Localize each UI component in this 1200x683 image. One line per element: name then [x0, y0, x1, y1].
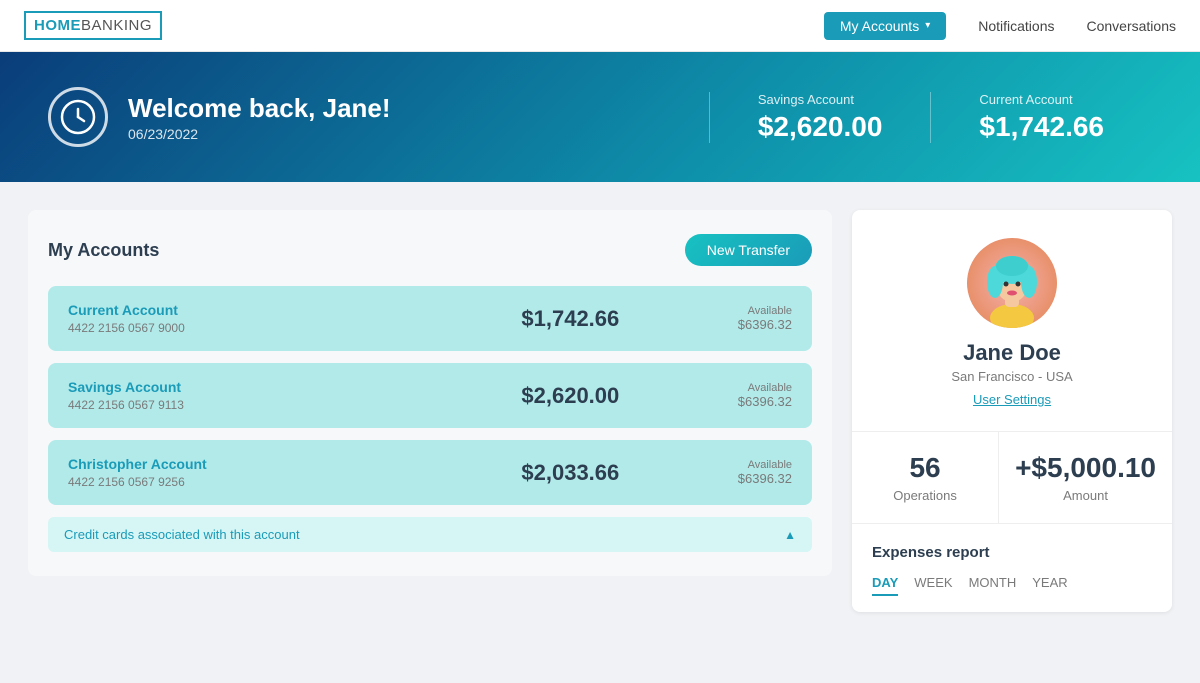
current-account-name: Current Account — [68, 302, 403, 318]
savings-account-available: Available $6396.32 — [738, 382, 792, 409]
navbar: HOME BANKING My Accounts ▾ Notifications… — [0, 0, 1200, 52]
expenses-section: Expenses report DAY WEEK MONTH YEAR — [852, 524, 1172, 612]
hero-welcome: Welcome back, Jane! — [128, 93, 391, 124]
hero-greeting: Welcome back, Jane! 06/23/2022 — [128, 93, 391, 142]
operations-stat: 56 Operations — [852, 432, 999, 523]
amount-value: +$5,000.10 — [1015, 452, 1156, 484]
hero-date: 06/23/2022 — [128, 126, 391, 142]
logo: HOME BANKING — [24, 11, 162, 40]
christopher-account-info: Christopher Account 4422 2156 0567 9256 — [68, 456, 403, 489]
current-label: Current Account — [979, 92, 1104, 107]
amount-stat: +$5,000.10 Amount — [999, 432, 1172, 523]
hero-accounts: Savings Account $2,620.00 Current Accoun… — [709, 92, 1152, 143]
logo-banking: BANKING — [81, 17, 152, 34]
conversations-link[interactable]: Conversations — [1087, 18, 1177, 34]
profile-location: San Francisco - USA — [951, 369, 1072, 384]
logo-home: HOME — [34, 17, 81, 34]
tab-week[interactable]: WEEK — [914, 575, 952, 596]
accounts-dropdown-button[interactable]: My Accounts ▾ — [824, 12, 946, 40]
hero-savings-account: Savings Account $2,620.00 — [709, 92, 931, 143]
clock-svg — [60, 99, 96, 135]
panel-header: My Accounts New Transfer — [48, 234, 812, 266]
notifications-link[interactable]: Notifications — [978, 18, 1054, 34]
tab-day[interactable]: DAY — [872, 575, 898, 596]
operations-count: 56 — [868, 452, 982, 484]
savings-account-card[interactable]: Savings Account 4422 2156 0567 9113 $2,6… — [48, 363, 812, 428]
hero-left: Welcome back, Jane! 06/23/2022 — [48, 87, 709, 147]
hero-banner: Welcome back, Jane! 06/23/2022 Savings A… — [0, 52, 1200, 182]
avatar-svg — [967, 238, 1057, 328]
savings-amount: $2,620.00 — [758, 111, 883, 143]
savings-account-info: Savings Account 4422 2156 0567 9113 — [68, 379, 403, 412]
accounts-panel: My Accounts New Transfer Current Account… — [28, 210, 832, 576]
christopher-account-available: Available $6396.32 — [738, 459, 792, 486]
new-transfer-button[interactable]: New Transfer — [685, 234, 812, 266]
expenses-title: Expenses report — [872, 544, 1152, 561]
operations-label: Operations — [868, 488, 982, 503]
christopher-account-amount: $2,033.66 — [403, 460, 738, 486]
avatar — [967, 238, 1057, 328]
savings-account-name: Savings Account — [68, 379, 403, 395]
hero-current-account: Current Account $1,742.66 — [930, 92, 1152, 143]
credit-cards-row[interactable]: Credit cards associated with this accoun… — [48, 517, 812, 552]
savings-label: Savings Account — [758, 92, 883, 107]
savings-account-number: 4422 2156 0567 9113 — [68, 398, 403, 412]
nav-links: My Accounts ▾ Notifications Conversation… — [824, 12, 1176, 40]
main-content: My Accounts New Transfer Current Account… — [0, 182, 1200, 640]
christopher-account-card[interactable]: Christopher Account 4422 2156 0567 9256 … — [48, 440, 812, 505]
profile-name: Jane Doe — [963, 340, 1061, 366]
current-account-number: 4422 2156 0567 9000 — [68, 321, 403, 335]
stats-section: 56 Operations +$5,000.10 Amount — [852, 432, 1172, 524]
expenses-tabs: DAY WEEK MONTH YEAR — [872, 575, 1152, 596]
user-settings-link[interactable]: User Settings — [973, 392, 1051, 407]
amount-label: Amount — [1015, 488, 1156, 503]
chevron-up-icon: ▲ — [784, 528, 796, 542]
chevron-down-icon: ▾ — [925, 20, 930, 31]
christopher-account-name: Christopher Account — [68, 456, 403, 472]
tab-year[interactable]: YEAR — [1032, 575, 1067, 596]
current-account-card[interactable]: Current Account 4422 2156 0567 9000 $1,7… — [48, 286, 812, 351]
christopher-account-number: 4422 2156 0567 9256 — [68, 475, 403, 489]
current-account-amount: $1,742.66 — [403, 306, 738, 332]
profile-section: Jane Doe San Francisco - USA User Settin… — [852, 210, 1172, 432]
clock-icon — [48, 87, 108, 147]
current-account-available: Available $6396.32 — [738, 305, 792, 332]
savings-account-amount: $2,620.00 — [403, 383, 738, 409]
accounts-btn-label: My Accounts — [840, 18, 919, 34]
right-panel: Jane Doe San Francisco - USA User Settin… — [852, 210, 1172, 612]
current-account-info: Current Account 4422 2156 0567 9000 — [68, 302, 403, 335]
credit-cards-text: Credit cards associated with this accoun… — [64, 527, 300, 542]
current-amount: $1,742.66 — [979, 111, 1104, 143]
tab-month[interactable]: MONTH — [969, 575, 1017, 596]
panel-title: My Accounts — [48, 240, 159, 261]
